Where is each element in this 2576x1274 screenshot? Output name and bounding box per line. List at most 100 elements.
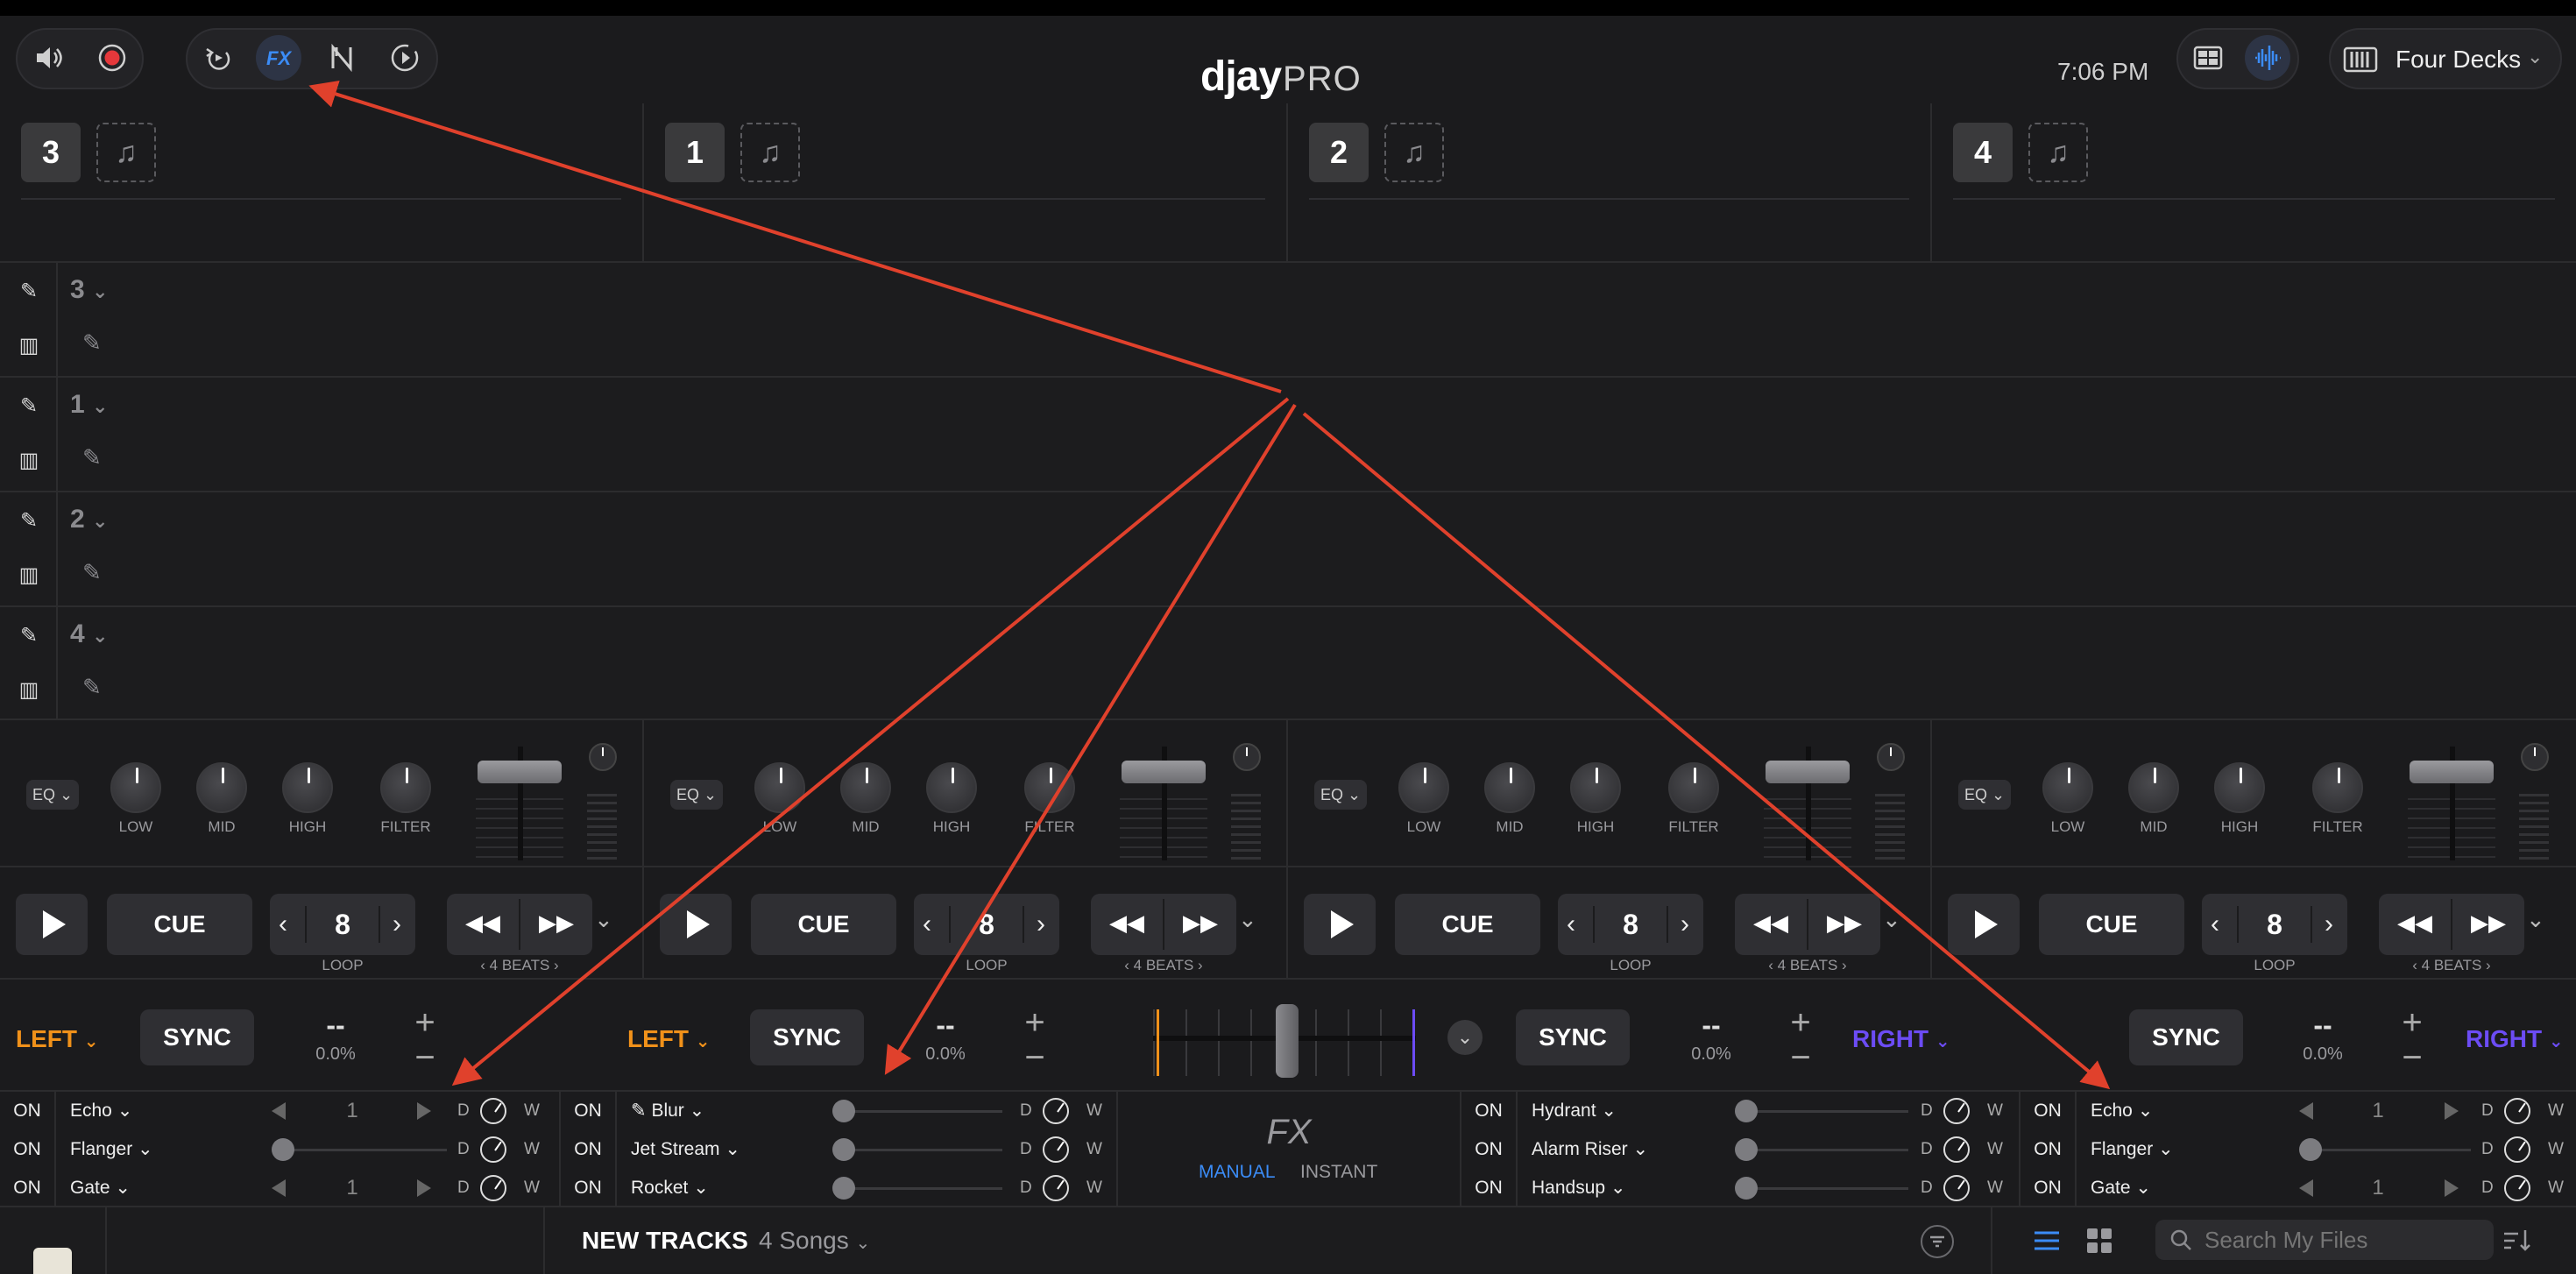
gain-knob[interactable] [2521, 743, 2549, 771]
lane-deck-selector[interactable]: 1 ⌄ [70, 390, 108, 420]
fx-slider-thumb[interactable] [2299, 1138, 2322, 1161]
loop-increase-button[interactable]: › [2325, 909, 2333, 939]
chevron-down-icon[interactable]: ⌄ [594, 906, 613, 933]
eq-mid-knob[interactable] [1484, 762, 1535, 813]
beats-label[interactable]: ‹ 4 BEATS › [1735, 957, 1880, 974]
dry-wet-knob[interactable] [1043, 1175, 1069, 1201]
cue-button[interactable]: CUE [107, 894, 252, 955]
fx-on-toggle[interactable]: ON [1461, 1130, 1518, 1169]
eq-high-knob[interactable] [2214, 762, 2265, 813]
waveform-lane[interactable]: ✎ ▥ 4 ⌄ ✎ [0, 605, 2576, 720]
fx-on-toggle[interactable]: ON [561, 1130, 617, 1169]
eq-mid-knob[interactable] [2128, 762, 2179, 813]
grid-view-button[interactable] [2185, 35, 2231, 81]
play-button[interactable] [660, 894, 732, 955]
chevron-down-icon[interactable]: ⌄ [2526, 906, 2545, 933]
loop-decrease-button[interactable]: ‹ [2211, 909, 2219, 939]
fx-on-toggle[interactable]: ON [2020, 1130, 2077, 1169]
fx-selector[interactable]: Hydrant ⌄ [1532, 1092, 1617, 1130]
eq-mid-knob[interactable] [840, 762, 891, 813]
cue-button[interactable]: CUE [1395, 894, 1540, 955]
dry-wet-knob[interactable] [1943, 1175, 1970, 1201]
pitch-readout[interactable]: -- 0.0% [906, 1011, 985, 1065]
fx-on-toggle[interactable]: ON [0, 1169, 56, 1207]
pencil-icon[interactable]: ✎ [82, 444, 102, 471]
fx-mode-manual[interactable]: MANUAL [1199, 1162, 1276, 1183]
fx-on-toggle[interactable]: ON [561, 1092, 617, 1130]
fx-on-toggle[interactable]: ON [1461, 1092, 1518, 1130]
eq-mid-knob[interactable] [196, 762, 247, 813]
filter-button[interactable] [1921, 1225, 1954, 1258]
fx-selector[interactable]: Gate ⌄ [70, 1169, 131, 1207]
waveform-lane[interactable]: ✎ ▥ 3 ⌄ ✎ [0, 261, 2576, 376]
dry-wet-knob[interactable] [2504, 1175, 2530, 1201]
fx-next-icon[interactable] [2445, 1102, 2459, 1120]
fx-selector[interactable]: Alarm Riser ⌄ [1532, 1130, 1648, 1169]
fx-slider-thumb[interactable] [832, 1177, 855, 1200]
loop-decrease-button[interactable]: ‹ [1567, 909, 1575, 939]
fx-selector[interactable]: Rocket ⌄ [631, 1169, 709, 1207]
side-left-selector[interactable]: LEFT ⌄ [627, 1025, 711, 1053]
beats-label[interactable]: ‹ 4 BEATS › [1091, 957, 1236, 974]
dry-wet-knob[interactable] [2504, 1098, 2530, 1124]
fast-forward-icon[interactable]: ▶▶ [520, 909, 592, 937]
lane-deck-selector[interactable]: 2 ⌄ [70, 505, 108, 534]
fx-slider[interactable] [845, 1110, 1002, 1113]
fx-button[interactable]: FX [256, 35, 301, 81]
eq-high-knob[interactable] [282, 762, 333, 813]
fx-on-toggle[interactable]: ON [1461, 1169, 1518, 1207]
loop-length[interactable]: 8 [2237, 906, 2312, 943]
dry-wet-knob[interactable] [1043, 1098, 1069, 1124]
gain-knob[interactable] [1877, 743, 1905, 771]
lane-deck-selector[interactable]: 4 ⌄ [70, 619, 108, 649]
fx-prev-icon[interactable] [2299, 1179, 2313, 1197]
eq-mode-button[interactable]: EQ ⌄ [1958, 780, 2011, 810]
play-button[interactable] [1304, 894, 1376, 955]
sync-button[interactable]: SYNC [140, 1009, 254, 1065]
pitch-minus-button[interactable]: − [2399, 1037, 2425, 1078]
music-note-icon[interactable]: ♫ [96, 123, 156, 182]
filter-knob[interactable] [1024, 762, 1075, 813]
eq-low-knob[interactable] [754, 762, 805, 813]
deck-number[interactable]: 2 [1309, 123, 1369, 182]
fx-on-toggle[interactable]: ON [0, 1130, 56, 1169]
fx-next-icon[interactable] [2445, 1179, 2459, 1197]
sync-button[interactable]: SYNC [2129, 1009, 2243, 1065]
cue-button[interactable]: CUE [2039, 894, 2184, 955]
beats-label[interactable]: ‹ 4 BEATS › [447, 957, 592, 974]
rewind-icon[interactable]: ◀◀ [1091, 909, 1163, 937]
music-note-icon[interactable]: ♫ [740, 123, 800, 182]
library-source-icon[interactable] [33, 1248, 72, 1274]
gain-knob[interactable] [1233, 743, 1261, 771]
automix-button[interactable] [195, 35, 240, 81]
eq-mode-button[interactable]: EQ ⌄ [670, 780, 723, 810]
neural-mix-button[interactable] [319, 35, 364, 81]
loop-increase-button[interactable]: › [1037, 909, 1045, 939]
rewind-icon[interactable]: ◀◀ [447, 909, 519, 937]
eq-mode-button[interactable]: EQ ⌄ [26, 780, 79, 810]
fx-mode-instant[interactable]: INSTANT [1300, 1162, 1377, 1183]
dry-wet-knob[interactable] [1943, 1136, 1970, 1163]
loop-decrease-button[interactable]: ‹ [923, 909, 931, 939]
eyedropper-icon[interactable]: ✎ [16, 508, 42, 534]
music-note-icon[interactable]: ♫ [2028, 123, 2088, 182]
fx-on-toggle[interactable]: ON [0, 1092, 56, 1130]
loop-increase-button[interactable]: › [393, 909, 401, 939]
fx-selector[interactable]: Echo ⌄ [2091, 1092, 2153, 1130]
fast-forward-icon[interactable]: ▶▶ [1808, 909, 1880, 937]
fx-slider-thumb[interactable] [1735, 1138, 1758, 1161]
eq-high-knob[interactable] [926, 762, 977, 813]
fx-slider-thumb[interactable] [1735, 1100, 1758, 1122]
volume-button[interactable] [26, 35, 72, 81]
cue-button[interactable]: CUE [751, 894, 896, 955]
pitch-minus-button[interactable]: − [1787, 1037, 1814, 1078]
play-button[interactable] [16, 894, 88, 955]
fx-prev-icon[interactable] [272, 1102, 286, 1120]
fx-on-toggle[interactable]: ON [2020, 1092, 2077, 1130]
fx-selector[interactable]: Flanger ⌄ [70, 1130, 153, 1169]
pitch-readout[interactable]: -- 0.0% [2283, 1011, 2362, 1065]
channel-fader[interactable] [476, 747, 563, 860]
eq-low-knob[interactable] [110, 762, 161, 813]
chevron-down-icon[interactable]: ⌄ [1238, 906, 1257, 933]
grid-view-toggle[interactable] [2084, 1225, 2115, 1256]
